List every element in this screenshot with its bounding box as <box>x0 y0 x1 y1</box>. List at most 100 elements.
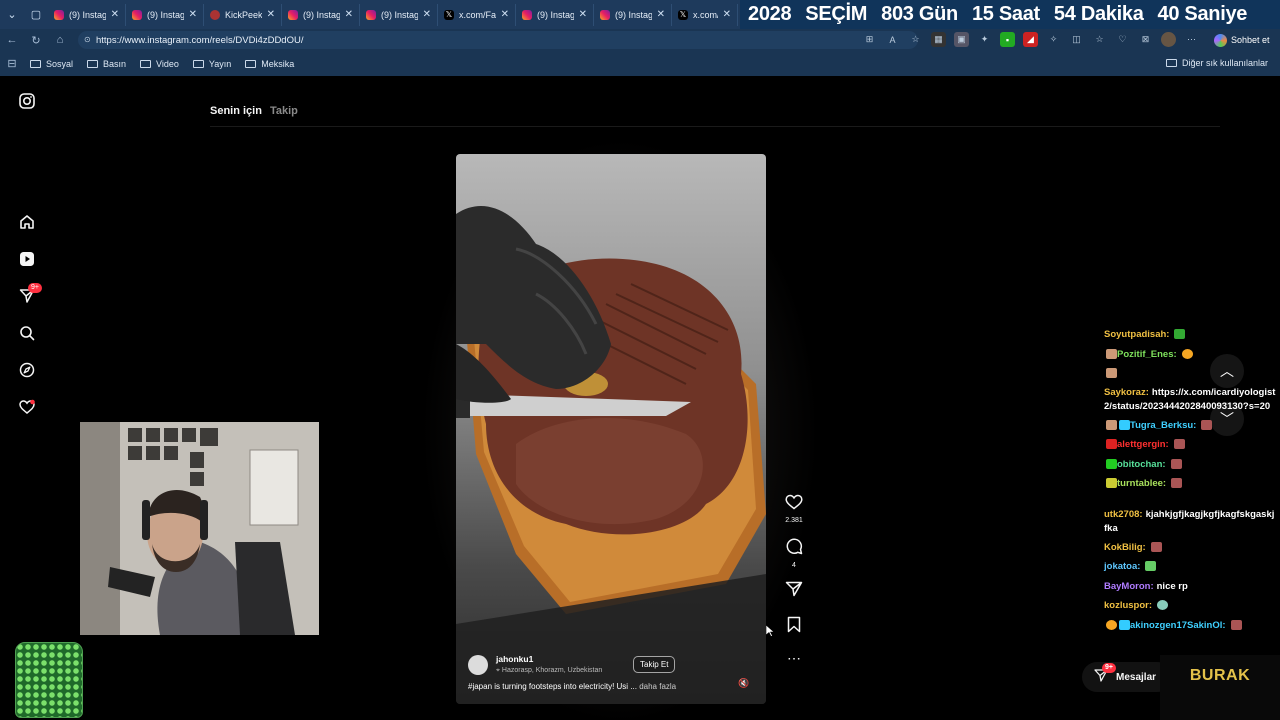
divider <box>210 126 1220 127</box>
browser-tab[interactable]: (9) Instagram✕ <box>516 3 594 26</box>
other-bookmarks[interactable]: Diğer sık kullanılanlar <box>1165 58 1268 68</box>
tab-following[interactable]: Takip <box>270 105 298 117</box>
extension-icon[interactable]: ▦ <box>931 32 946 47</box>
countdown-seconds: 40 Saniye <box>1157 3 1248 25</box>
browser-tab[interactable]: (9) Instagram✕ <box>48 3 126 26</box>
bookmark-folder-video[interactable]: Video <box>140 59 179 69</box>
notifications-heart-icon[interactable] <box>18 398 36 416</box>
direct-messages-icon: 9+ <box>1094 663 1116 685</box>
extension-icon[interactable]: ▪ <box>1000 32 1015 47</box>
favorites-icon[interactable]: ☆ <box>1092 32 1107 47</box>
home-icon[interactable] <box>18 213 36 231</box>
mute-icon[interactable]: 🔇 <box>737 678 751 692</box>
copilot-chat-button[interactable]: Sohbet et <box>1214 32 1270 48</box>
browser-tab[interactable]: KickPeek -✕ <box>204 3 282 26</box>
like-action[interactable]: 2.381 <box>782 494 806 524</box>
comment-icon[interactable] <box>785 537 803 555</box>
caption-more-link[interactable]: daha fazla <box>639 682 676 691</box>
like-heart-icon[interactable] <box>785 494 803 510</box>
extension-icon[interactable]: ◢ <box>1023 32 1038 47</box>
workspaces-icon[interactable]: ▢ <box>24 0 48 29</box>
browser-tab[interactable]: 𝕏x.com/Fay✕ <box>438 3 516 26</box>
comment-action[interactable]: 4 <box>782 537 806 569</box>
more-menu-icon[interactable]: ⋯ <box>1184 32 1199 47</box>
badge-icon <box>1119 619 1130 630</box>
emote-icon <box>1173 439 1185 450</box>
reel-username[interactable]: jahonku1 <box>496 654 602 664</box>
close-icon[interactable]: ✕ <box>111 9 119 20</box>
close-icon[interactable]: ✕ <box>345 9 353 20</box>
close-icon[interactable]: ✕ <box>423 9 431 20</box>
feed-tabs: Senin için Takip <box>210 105 298 117</box>
badge-icon <box>1106 368 1117 379</box>
close-icon[interactable]: ✕ <box>723 9 731 20</box>
explore-compass-icon[interactable] <box>18 361 36 379</box>
bookmark-folder-meksika[interactable]: Meksika <box>245 59 294 69</box>
more-options-icon[interactable]: ⋯ <box>782 650 806 667</box>
emote-icon <box>1201 419 1213 430</box>
back-icon[interactable]: ← <box>0 34 24 46</box>
profile-avatar[interactable] <box>1161 32 1176 47</box>
collections-icon[interactable]: ⊠ <box>1138 32 1153 47</box>
site-info-icon[interactable]: ⊙ <box>84 35 91 44</box>
badge-icon <box>1119 419 1130 430</box>
badge-icon <box>1106 439 1117 450</box>
countdown-hours: 15 Saat <box>971 3 1040 25</box>
url-input[interactable]: ⊙ https://www.instagram.com/reels/DVDi4z… <box>78 31 918 49</box>
close-icon[interactable]: ✕ <box>189 9 197 20</box>
reel-caption[interactable]: #japan is turning footsteps into electri… <box>468 682 728 691</box>
close-icon[interactable]: ✕ <box>501 9 509 20</box>
instagram-logo-icon[interactable] <box>18 92 36 110</box>
chat-message: KokBilig: <box>1104 538 1276 558</box>
screen: ⌄ ▢ (9) Instagram✕ (9) Instagram✕ KickPe… <box>0 0 1280 720</box>
x-icon: 𝕏 <box>444 9 454 20</box>
folder-icon <box>87 59 99 68</box>
direct-messages-icon[interactable]: 9+ <box>18 283 42 305</box>
split-screen-icon[interactable]: ◫ <box>1069 32 1084 47</box>
avatar[interactable] <box>468 654 488 675</box>
toolbar-extensions: ⊞ A ☆ ▦ ▣ ✦ ▪ ◢ ✧ ◫ ☆ ♡ ⊠ ⋯ <box>862 32 1199 47</box>
favorite-star-icon[interactable]: ☆ <box>908 32 923 47</box>
close-icon[interactable]: ✕ <box>267 9 275 20</box>
browser-tab[interactable]: 𝕏x.com/Con✕ <box>672 3 738 26</box>
bookmark-folder-basin[interactable]: Basın <box>87 59 126 69</box>
kickpeek-icon <box>210 9 220 20</box>
browser-tab[interactable]: (9) Instagram✕ <box>282 3 360 26</box>
folder-icon <box>245 59 257 68</box>
tab-actions-icon[interactable]: ⌄ <box>0 0 24 29</box>
save-bookmark-icon[interactable] <box>782 616 806 638</box>
extension-icon[interactable]: ✦ <box>977 32 992 47</box>
bookmark-folder-sosyal[interactable]: Sosyal <box>30 59 73 69</box>
browser-essentials-icon[interactable]: ♡ <box>1115 32 1130 47</box>
extensions-puzzle-icon[interactable]: ✧ <box>1046 32 1061 47</box>
chat-message: BayMoron: nice rp <box>1104 580 1188 592</box>
search-icon[interactable] <box>18 324 36 342</box>
badge-icon <box>1106 348 1117 359</box>
messages-button[interactable]: 9+ Mesajlar <box>1082 662 1172 692</box>
extension-icon[interactable]: ▣ <box>954 32 969 47</box>
copilot-icon <box>1214 33 1227 47</box>
close-icon[interactable]: ✕ <box>657 9 665 20</box>
reels-icon[interactable] <box>18 250 36 268</box>
reel-location[interactable]: ⌖ Hazorasp, Khorazm, Uzbekistan <box>496 667 602 675</box>
browser-tab[interactable]: (9) Instagram✕ <box>594 3 672 26</box>
emote-icon <box>1157 600 1169 611</box>
countdown-days: 803 Gün <box>881 3 958 25</box>
browser-tab[interactable]: (9) Instagram✕ <box>360 3 438 26</box>
chat-message: Saykoraz: https://x.com/icardiyologist2/s… <box>1104 386 1276 412</box>
home-icon[interactable]: ⌂ <box>48 34 72 46</box>
share-icon[interactable] <box>782 581 806 602</box>
close-icon[interactable]: ✕ <box>579 9 587 20</box>
follow-button[interactable]: Takip Et <box>633 656 676 673</box>
refresh-icon[interactable]: ↻ <box>24 34 48 47</box>
app-available-icon[interactable]: ⊞ <box>862 32 877 47</box>
read-aloud-icon[interactable]: A <box>885 32 900 47</box>
reel-video[interactable]: jahonku1 ⌖ Hazorasp, Khorazm, Uzbekistan… <box>456 154 766 704</box>
badge-icon <box>1106 419 1117 430</box>
browser-tab[interactable]: (9) Instagram✕ <box>126 3 204 26</box>
sidebar-toggle-icon[interactable]: ⊟ <box>0 57 24 70</box>
bookmark-folder-yayin[interactable]: Yayın <box>192 59 231 69</box>
tab-for-you[interactable]: Senin için <box>210 105 262 117</box>
chat-message: jokatoa: <box>1104 557 1276 577</box>
reel-author[interactable]: jahonku1 ⌖ Hazorasp, Khorazm, Uzbekistan <box>468 654 602 675</box>
